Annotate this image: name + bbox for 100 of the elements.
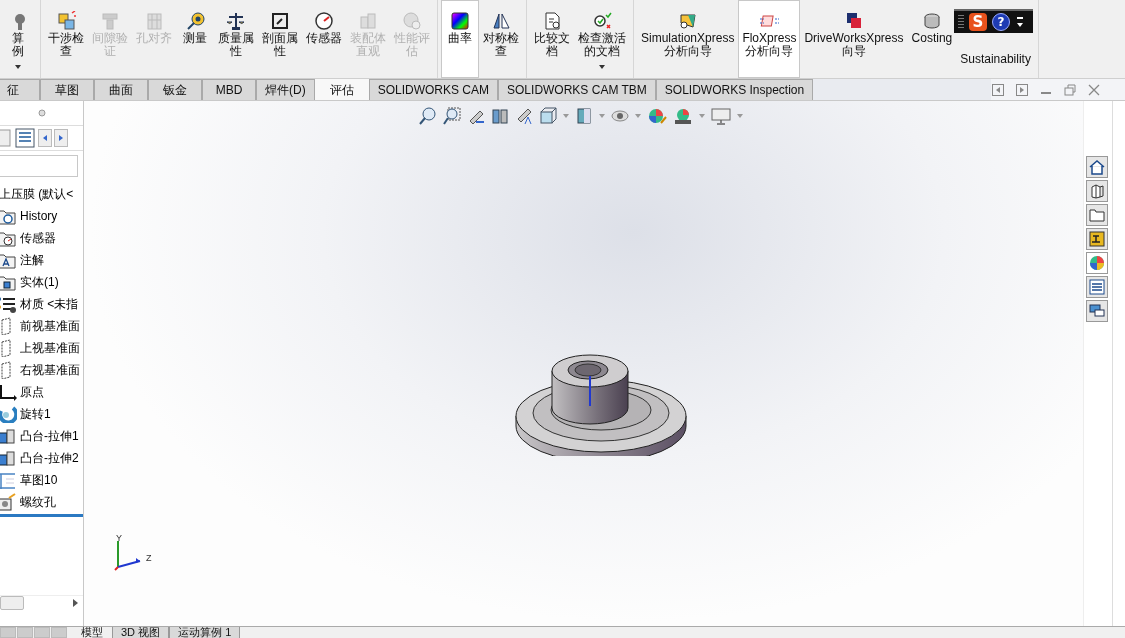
ribbon-button[interactable]: 曲率 <box>441 0 479 78</box>
ribbon-button[interactable]: 检查激活 的文档 <box>574 0 630 78</box>
restore-icon[interactable] <box>1063 82 1077 97</box>
ribbon-button[interactable]: 测量 <box>176 0 214 78</box>
document-question-icon <box>542 11 562 31</box>
tree-item[interactable]: 原点 <box>20 383 44 401</box>
ribbon-button[interactable]: FloXpress 分析向导 <box>738 0 801 78</box>
sketch-grid-icon <box>0 471 17 489</box>
ribbon-button[interactable]: 质量属 性 <box>214 0 258 78</box>
ribbon-button[interactable]: 对称检 查 <box>479 0 523 78</box>
task-pane-tab[interactable] <box>1086 276 1108 298</box>
menu-icon[interactable] <box>1015 15 1025 29</box>
ribbon-button[interactable]: 剖面属 性 <box>258 0 302 78</box>
section-view-icon <box>270 11 290 31</box>
ribbon-tab[interactable]: SOLIDWORKS CAM <box>368 79 499 100</box>
bottom-tab[interactable]: 运动算例 1 <box>169 627 241 638</box>
gauge-icon <box>314 11 334 31</box>
scroll-right-icon[interactable] <box>54 129 68 147</box>
ribbon-tab[interactable]: 钣金 <box>148 79 202 100</box>
color-ball-scene-icon[interactable] <box>673 107 693 125</box>
grip-dot-icon[interactable] <box>37 109 46 117</box>
tree-item[interactable]: 实体(1) <box>20 273 59 291</box>
blocks-icon <box>100 11 120 31</box>
grid-block-icon <box>144 11 164 31</box>
tree-item[interactable]: 前视基准面 <box>20 317 80 335</box>
tree-item[interactable]: 凸台-拉伸1 <box>20 427 79 445</box>
checkmark-icon <box>592 11 612 31</box>
ribbon-tab[interactable]: 评估 <box>314 79 369 100</box>
tree-item[interactable]: 上视基准面 <box>20 339 80 357</box>
ribbon-button[interactable]: 比较文 档 <box>530 0 574 78</box>
tree-item[interactable]: 螺纹孔 <box>20 493 56 511</box>
zoom-to-fit-icon[interactable] <box>419 107 437 125</box>
next-view-icon[interactable] <box>1015 82 1029 97</box>
zoom-area-icon[interactable] <box>443 107 461 125</box>
task-pane-tab[interactable] <box>1086 156 1108 178</box>
bottom-tab[interactable]: 3D 视图 <box>112 627 170 638</box>
revolve-icon <box>0 405 17 423</box>
tree-item[interactable]: History <box>20 209 58 223</box>
task-pane-tab[interactable] <box>1086 180 1108 202</box>
ribbon-tab[interactable]: 曲面 <box>94 79 148 100</box>
axis-triad-icon <box>113 541 141 571</box>
gradient-square-icon <box>450 11 470 31</box>
color-ball-icon <box>1089 255 1105 271</box>
filter-field[interactable] <box>0 155 78 177</box>
ime-logo[interactable]: S <box>969 13 987 31</box>
scroll-left-icon[interactable] <box>38 129 52 147</box>
axes-icon <box>0 383 17 401</box>
section-cut-icon[interactable] <box>491 107 509 125</box>
tree-root[interactable]: 上压膜 (默认< <box>0 185 83 203</box>
stopwatch-icon <box>402 11 422 31</box>
palette-sheet-icon <box>1089 231 1105 247</box>
task-pane-tab[interactable] <box>1086 252 1108 274</box>
folder-icon <box>1089 207 1105 223</box>
eye-icon[interactable] <box>611 107 629 125</box>
tree-item[interactable]: 注解 <box>20 251 44 269</box>
scroll-right-icon[interactable] <box>71 598 79 608</box>
ribbon-tab[interactable]: 焊件(D) <box>256 79 315 100</box>
monitor-icon[interactable] <box>711 107 731 125</box>
task-pane-tab[interactable] <box>1086 300 1108 322</box>
books-icon <box>1089 183 1105 199</box>
speech-bubbles-icon <box>1089 303 1105 319</box>
tapped-hole-icon <box>0 493 17 511</box>
tree-item[interactable]: 凸台-拉伸2 <box>20 449 79 467</box>
property-list-icon[interactable] <box>14 128 36 148</box>
blocks-icon <box>358 11 378 31</box>
y-axis-label: Y <box>116 533 122 543</box>
ribbon-button[interactable]: SimulationXpress 分析向导 <box>637 0 739 78</box>
view-cube-icon[interactable] <box>539 107 557 125</box>
ribbon-tab[interactable]: SOLIDWORKS CAM TBM <box>498 79 656 100</box>
ribbon-tab[interactable]: 征 <box>0 79 40 100</box>
previous-view-icon[interactable] <box>991 82 1005 97</box>
task-pane-tab[interactable] <box>1086 228 1108 250</box>
ribbon-tab[interactable]: SOLIDWORKS Inspection <box>655 79 814 100</box>
tree-item[interactable]: 传感器 <box>20 229 56 247</box>
tree-item[interactable]: 材质 <未指 <box>20 295 79 313</box>
help-button[interactable]: ? <box>992 13 1010 31</box>
ribbon-tab[interactable]: MBD <box>202 79 256 100</box>
tape-measure-icon <box>185 11 205 31</box>
extruded-box-icon <box>0 427 17 445</box>
z-axis-label: Z <box>146 553 152 563</box>
ribbon-button[interactable]: 算 例 <box>0 0 37 78</box>
home-icon <box>1089 159 1105 175</box>
scale-icon <box>226 11 246 31</box>
material-list-icon <box>0 295 17 313</box>
tree-item[interactable]: 右视基准面 <box>20 361 80 379</box>
ribbon-button[interactable]: DriveWorksXpress 向导 <box>800 0 908 78</box>
cubes-icon <box>56 11 76 31</box>
colored-part-icon <box>677 11 698 31</box>
list-icon <box>1089 279 1105 295</box>
tree-item[interactable]: 草图10 <box>20 471 58 489</box>
ribbon-button[interactable]: 干涉检 查 <box>44 0 88 78</box>
task-pane-tab[interactable] <box>1086 204 1108 226</box>
shaded-box-icon[interactable] <box>575 107 593 125</box>
ribbon-tab[interactable]: 草图 <box>40 79 94 100</box>
tree-item[interactable]: 旋转1 <box>20 405 51 423</box>
scrollbar-thumb[interactable] <box>0 596 24 610</box>
ribbon-button[interactable]: 传感器 <box>302 0 346 78</box>
color-ball-pencil-icon[interactable] <box>647 107 667 125</box>
mirror-planes-icon <box>491 11 511 31</box>
close-icon[interactable] <box>1087 82 1101 97</box>
